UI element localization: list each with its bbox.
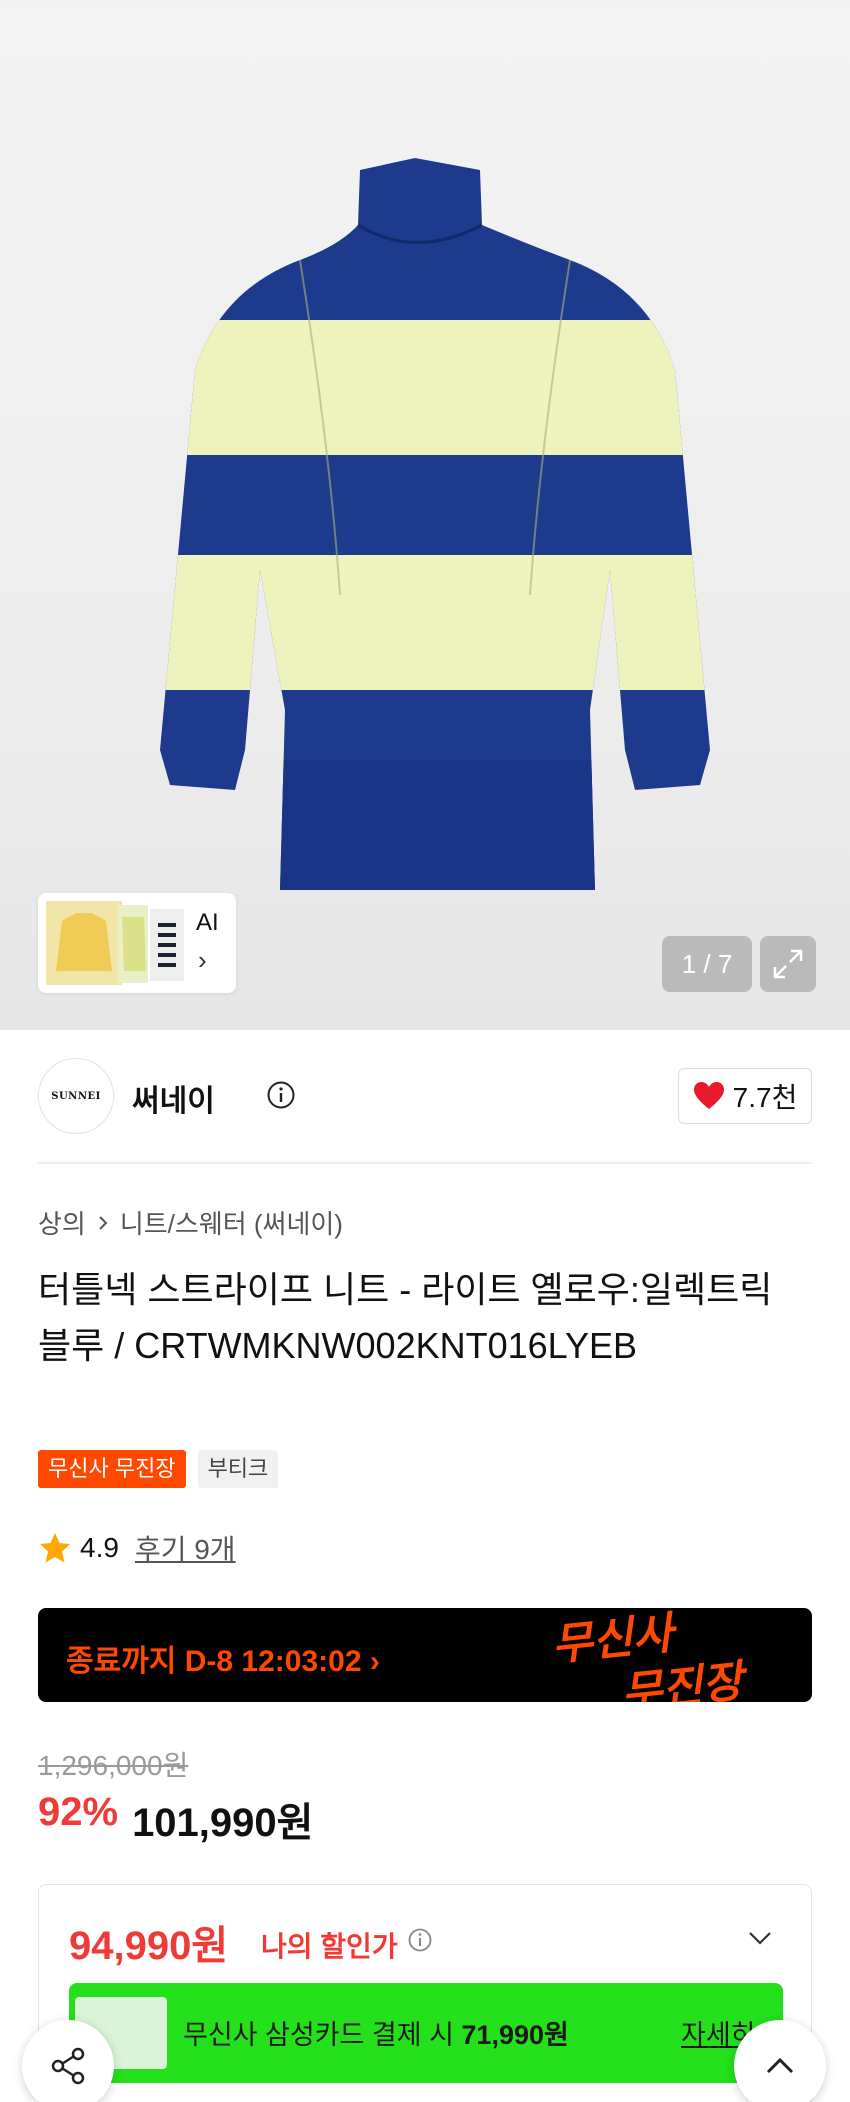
price-row: 92% 101,990원 bbox=[38, 1790, 313, 1848]
chevron-right-icon: › bbox=[198, 945, 207, 975]
info-icon[interactable] bbox=[266, 1080, 296, 1110]
event-banner[interactable]: 종료까지 D-8 12:03:02 › 무신사 무진장 bbox=[38, 1608, 812, 1702]
discount-rate: 92% bbox=[38, 1790, 119, 1834]
product-title: 터틀넥 스트라이프 니트 - 라이트 옐로우:일렉트릭 블루 / CRTWMKN… bbox=[38, 1269, 773, 1366]
like-button[interactable]: 7.7천 bbox=[678, 1068, 812, 1124]
image-counter: 1 / 7 bbox=[662, 936, 752, 992]
sale-price: 101,990원 bbox=[132, 1801, 314, 1845]
product-image[interactable] bbox=[90, 150, 770, 890]
top-strip bbox=[0, 0, 850, 10]
chevron-right-icon bbox=[99, 1215, 108, 1230]
info-icon[interactable] bbox=[407, 1927, 433, 1953]
rating-row: 4.9 후기 9개 bbox=[38, 1528, 236, 1568]
chevron-up-icon bbox=[766, 2057, 794, 2074]
review-link[interactable]: 후기 9개 bbox=[135, 1528, 236, 1568]
breadcrumb: 상의 니트/스웨터 (써네이) bbox=[38, 1204, 343, 1241]
card-promo-text: 무신사 삼성카드 결제 시 71,990원 bbox=[183, 2020, 569, 2050]
brand-logo-text: SUNNEI bbox=[51, 1090, 101, 1102]
badge-row: 무신사 무진장 부티크 bbox=[38, 1450, 279, 1488]
card-promo-banner[interactable]: 무신사 삼성카드 결제 시 71,990원 자세히 bbox=[69, 1983, 783, 2083]
divider bbox=[38, 1162, 812, 1164]
product-image-gallery[interactable]: AI › 1 / 7 bbox=[0, 0, 850, 1030]
ai-recommend-button[interactable]: AI › bbox=[38, 893, 236, 993]
my-discount-label: 나의 할인가 bbox=[261, 1931, 398, 1962]
my-discount-price: 94,990원 bbox=[69, 1924, 229, 1968]
boutique-badge: 부티크 bbox=[197, 1450, 279, 1488]
svg-text:무신사: 무신사 bbox=[549, 1608, 681, 1671]
scroll-top-button[interactable] bbox=[734, 2020, 826, 2102]
ai-thumbnails bbox=[46, 901, 184, 985]
star-icon bbox=[40, 1533, 70, 1563]
heart-icon bbox=[693, 1082, 724, 1109]
fullscreen-button[interactable] bbox=[760, 936, 816, 992]
event-logo: 무신사 무진장 bbox=[549, 1608, 751, 1702]
breadcrumb-subcategory[interactable]: 니트/스웨터 (써네이) bbox=[120, 1204, 343, 1241]
rating-score: 4.9 bbox=[80, 1532, 119, 1563]
benefit-box[interactable]: 94,990원 나의 할인가 무신사 삼성카드 결제 시 71,990원 자세히 bbox=[38, 1884, 812, 2102]
event-badge: 무신사 무진장 bbox=[38, 1450, 186, 1488]
brand-row: SUNNEI 써네이 7.7천 bbox=[38, 1058, 812, 1134]
expand-icon bbox=[773, 949, 803, 979]
like-count: 7.7천 bbox=[732, 1082, 798, 1113]
chevron-down-icon[interactable] bbox=[745, 1923, 775, 1953]
brand-logo[interactable]: SUNNEI bbox=[38, 1058, 114, 1134]
brand-name[interactable]: 써네이 bbox=[132, 1076, 215, 1120]
ai-label: AI bbox=[196, 909, 219, 936]
breadcrumb-category[interactable]: 상의 bbox=[38, 1204, 86, 1241]
share-button[interactable] bbox=[22, 2020, 114, 2102]
original-price: 1,296,000원 bbox=[38, 1750, 189, 1781]
share-icon bbox=[51, 2047, 85, 2085]
countdown-text: 종료까지 D-8 12:03:02 › bbox=[66, 1645, 380, 1678]
